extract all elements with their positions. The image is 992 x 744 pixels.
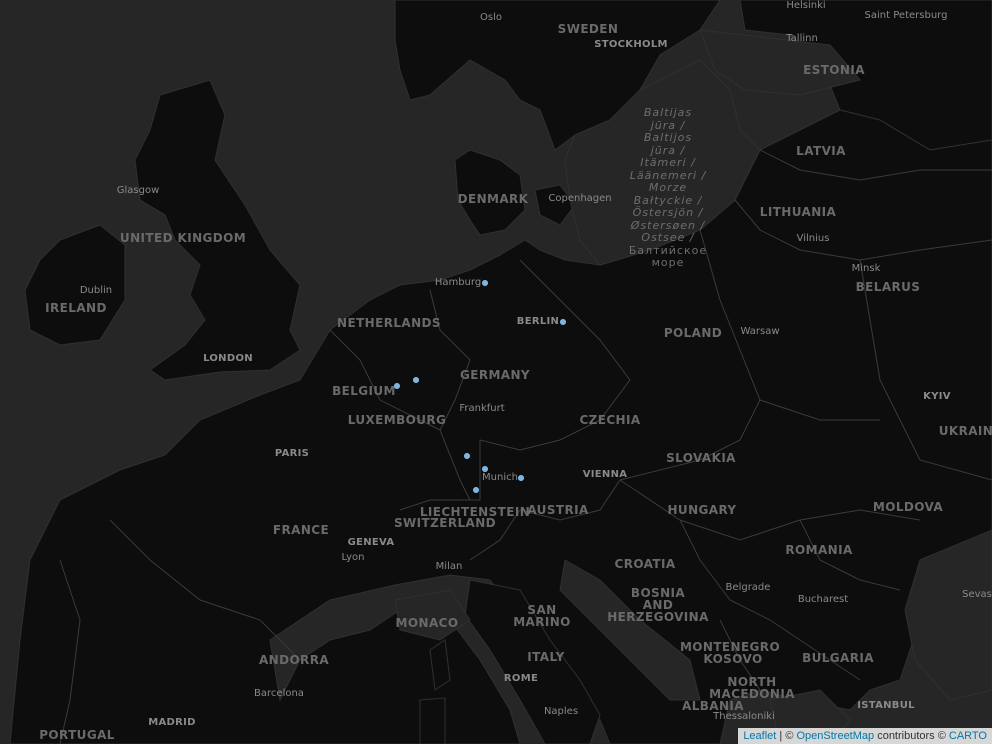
city-label: PARIS bbox=[274, 448, 310, 459]
city-label: Munich bbox=[482, 472, 518, 483]
city-label: Frankfurt bbox=[459, 403, 505, 414]
city-label: Dublin bbox=[79, 285, 113, 296]
city-label: Belgrade bbox=[725, 582, 771, 593]
map-marker[interactable] bbox=[413, 377, 419, 383]
country-label: KOSOVO bbox=[703, 652, 763, 666]
sea-label-line: Itämeri / bbox=[640, 156, 696, 169]
city-label: ISTANBUL bbox=[857, 700, 915, 711]
map-marker[interactable] bbox=[482, 466, 488, 472]
country-label: IRELAND bbox=[45, 301, 107, 315]
city-label: Thessaloniki bbox=[713, 711, 775, 722]
country-label: SWITZERLAND bbox=[393, 516, 497, 530]
map-marker[interactable] bbox=[518, 475, 524, 481]
sea-label-line: Ostsee / bbox=[641, 231, 695, 244]
city-label: Minsk bbox=[851, 263, 881, 274]
city-label: GENEVA bbox=[347, 537, 395, 548]
city-label: MADRID bbox=[148, 717, 196, 728]
country-label: ANDORRA bbox=[258, 653, 330, 667]
country-label: CZECHIA bbox=[579, 413, 641, 427]
city-label: STOCKHOLM bbox=[594, 39, 668, 50]
city-label: Naples bbox=[543, 706, 579, 717]
map-marker[interactable] bbox=[560, 319, 566, 325]
country-label: AUSTRIA bbox=[527, 503, 589, 517]
city-label: Bucharest bbox=[797, 594, 849, 605]
city-label: ROME bbox=[503, 673, 539, 684]
country-label: ESTONIA bbox=[803, 63, 865, 77]
country-label: HERZEGOVINA bbox=[607, 610, 709, 624]
city-label: Glasgow bbox=[116, 185, 160, 196]
country-label: DENMARK bbox=[457, 192, 529, 206]
sea-label-line: море bbox=[651, 256, 685, 269]
city-label: Copenhagen bbox=[548, 193, 612, 204]
city-label: Warsaw bbox=[740, 326, 780, 337]
land-sardinia bbox=[419, 697, 446, 744]
city-label: Oslo bbox=[480, 12, 502, 23]
city-label: BERLIN bbox=[516, 316, 560, 327]
map-marker[interactable] bbox=[482, 280, 488, 286]
city-label: Milan bbox=[435, 561, 463, 572]
map-canvas[interactable]: Baltijas jūra / Baltijos jūra / Itämeri … bbox=[0, 0, 992, 744]
city-label: Helsinki bbox=[786, 0, 826, 11]
city-label: Sevas bbox=[962, 589, 992, 600]
sea-label-line: Östersjön / bbox=[632, 206, 704, 219]
map-attribution: Leaflet | © OpenStreetMap contributors ©… bbox=[738, 728, 992, 744]
sea-label-baltic: Baltijas jūra / Baltijos jūra / Itämeri … bbox=[629, 106, 707, 270]
city-label: LONDON bbox=[203, 353, 253, 364]
country-label: ROMANIA bbox=[785, 543, 853, 557]
city-label: VIENNA bbox=[582, 469, 628, 480]
country-label: CROATIA bbox=[614, 557, 676, 571]
city-label: Saint Petersburg bbox=[864, 10, 948, 21]
attribution-separator: | © bbox=[776, 730, 797, 742]
country-label: UNITED KINGDOM bbox=[119, 231, 247, 245]
country-label: LATVIA bbox=[796, 144, 846, 158]
country-label: SWEDEN bbox=[557, 22, 619, 36]
country-label: ITALY bbox=[527, 650, 565, 664]
city-label: Barcelona bbox=[254, 688, 304, 699]
country-label: PORTUGAL bbox=[39, 728, 115, 742]
leaflet-link[interactable]: Leaflet bbox=[743, 730, 776, 742]
country-label: MONACO bbox=[395, 616, 459, 630]
map-marker[interactable] bbox=[394, 383, 400, 389]
country-label: SLOVAKIA bbox=[666, 451, 736, 465]
country-label: MARINO bbox=[513, 615, 571, 629]
country-label: HUNGARY bbox=[667, 503, 737, 517]
country-label: LITHUANIA bbox=[759, 205, 837, 219]
city-label: Tallinn bbox=[786, 33, 818, 44]
map-marker[interactable] bbox=[473, 487, 479, 493]
land-great-britain bbox=[134, 79, 301, 381]
country-label: LUXEMBOURG bbox=[347, 413, 447, 427]
city-label: KYIV bbox=[923, 391, 951, 402]
country-label: BELARUS bbox=[855, 280, 921, 294]
country-label: UKRAIN bbox=[938, 424, 992, 438]
country-label: NETHERLANDS bbox=[337, 316, 441, 330]
sea-label-line: Baltijos bbox=[643, 131, 693, 144]
country-label: BULGARIA bbox=[802, 651, 874, 665]
carto-link[interactable]: CARTO bbox=[949, 730, 987, 742]
country-label: MOLDOVA bbox=[872, 500, 944, 514]
sea-label-line: Morze bbox=[648, 181, 688, 194]
country-label: BELGIUM bbox=[332, 384, 396, 398]
attribution-text: contributors © bbox=[874, 730, 949, 742]
country-label: FRANCE bbox=[272, 523, 330, 537]
country-label: GERMANY bbox=[459, 368, 531, 382]
openstreetmap-link[interactable]: OpenStreetMap bbox=[796, 730, 874, 742]
city-label: Lyon bbox=[341, 552, 365, 563]
city-label: Vilnius bbox=[796, 233, 830, 244]
country-label: POLAND bbox=[663, 326, 723, 340]
map-marker[interactable] bbox=[464, 453, 470, 459]
city-label: Hamburg bbox=[434, 277, 482, 288]
sea-label-line: Baltijas bbox=[643, 106, 693, 119]
